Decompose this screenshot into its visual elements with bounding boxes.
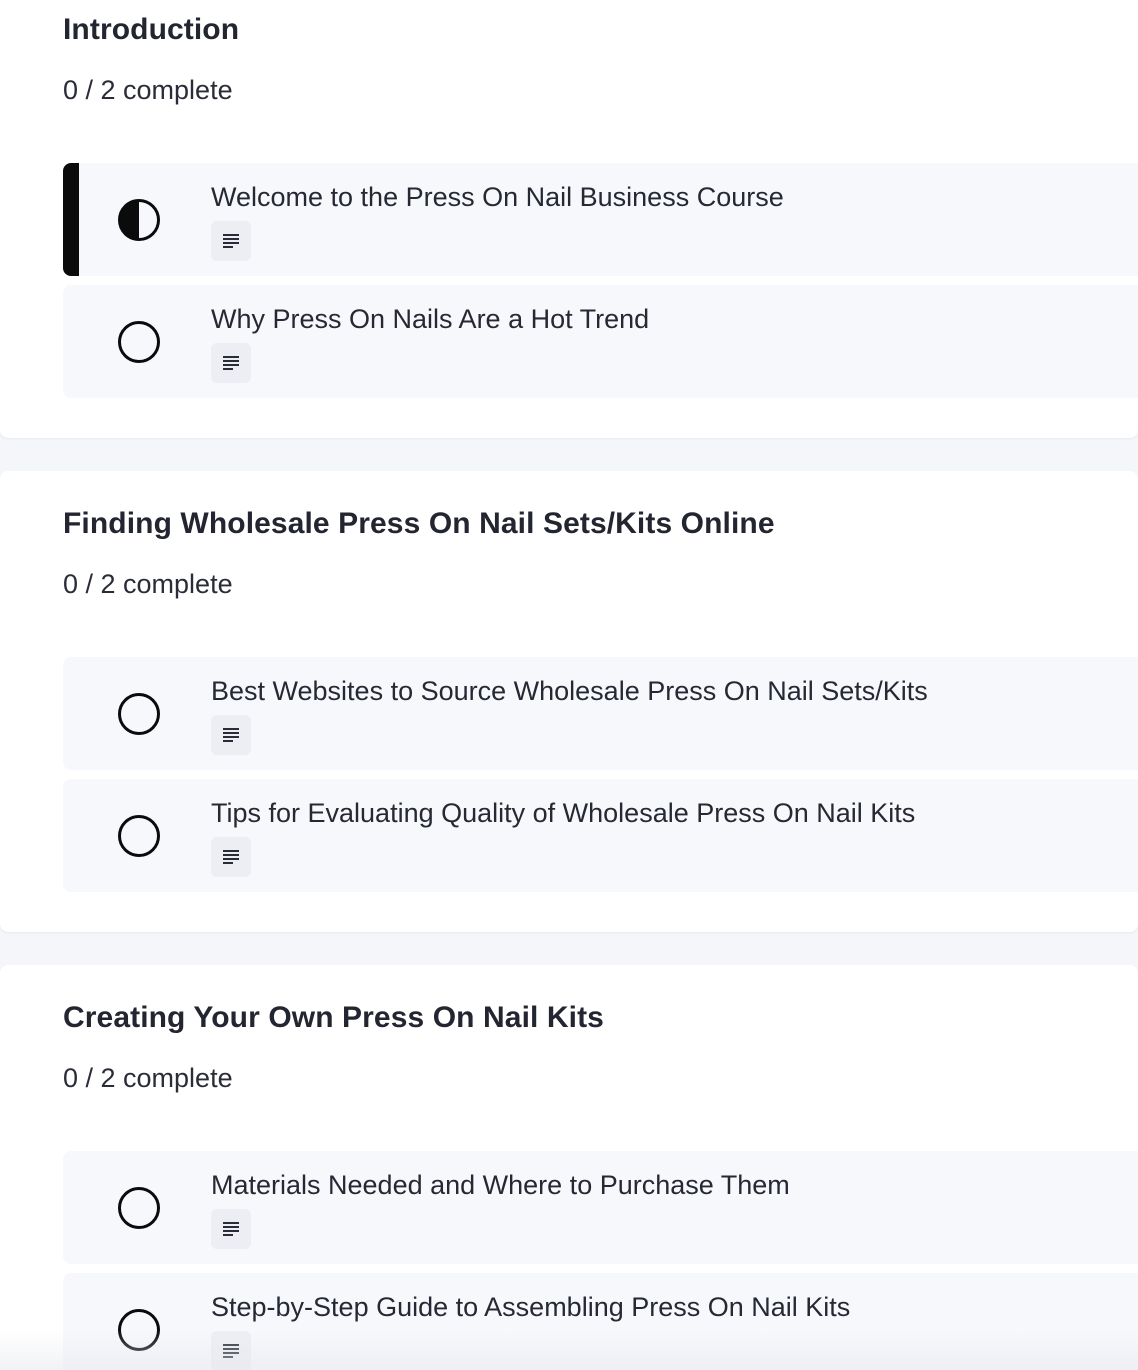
text-document-icon bbox=[211, 221, 251, 261]
section-title: Introduction bbox=[63, 13, 240, 46]
empty-circle-icon bbox=[117, 1308, 161, 1352]
empty-circle-icon bbox=[117, 692, 161, 736]
lesson-title: Welcome to the Press On Nail Business Co… bbox=[211, 182, 784, 212]
empty-circle-icon bbox=[117, 814, 161, 858]
text-document-icon bbox=[211, 343, 251, 383]
lesson-item[interactable]: Materials Needed and Where to Purchase T… bbox=[63, 1151, 1138, 1264]
section-progress: 0 / 2 complete bbox=[63, 75, 233, 105]
lesson-title: Step-by-Step Guide to Assembling Press O… bbox=[211, 1292, 851, 1322]
section-title: Creating Your Own Press On Nail Kits bbox=[63, 1001, 604, 1034]
lesson-item[interactable]: Welcome to the Press On Nail Business Co… bbox=[63, 163, 1138, 276]
text-document-icon bbox=[211, 1331, 251, 1370]
section-title: Finding Wholesale Press On Nail Sets/Kit… bbox=[63, 507, 775, 540]
lesson-item[interactable]: Tips for Evaluating Quality of Wholesale… bbox=[63, 779, 1138, 892]
text-document-icon bbox=[211, 837, 251, 877]
lesson-item[interactable]: Step-by-Step Guide to Assembling Press O… bbox=[63, 1273, 1138, 1370]
lesson-title: Best Websites to Source Wholesale Press … bbox=[211, 676, 928, 706]
text-document-icon bbox=[211, 715, 251, 755]
lesson-title: Why Press On Nails Are a Hot Trend bbox=[211, 304, 650, 334]
empty-circle-icon bbox=[117, 1186, 161, 1230]
section-progress: 0 / 2 complete bbox=[63, 1063, 233, 1093]
section-introduction: Introduction 0 / 2 complete Welcome to t… bbox=[0, 0, 1138, 438]
section-finding-wholesale: Finding Wholesale Press On Nail Sets/Kit… bbox=[0, 471, 1138, 932]
section-creating-kits: Creating Your Own Press On Nail Kits 0 /… bbox=[0, 965, 1138, 1370]
lesson-title: Tips for Evaluating Quality of Wholesale… bbox=[211, 798, 916, 828]
empty-circle-icon bbox=[117, 320, 161, 364]
lesson-item[interactable]: Best Websites to Source Wholesale Press … bbox=[63, 657, 1138, 770]
lesson-title: Materials Needed and Where to Purchase T… bbox=[211, 1170, 790, 1200]
section-progress: 0 / 2 complete bbox=[63, 569, 233, 599]
half-circle-progress-icon bbox=[117, 198, 161, 242]
course-outline: Introduction 0 / 2 complete Welcome to t… bbox=[0, 0, 1138, 1370]
text-document-icon bbox=[211, 1209, 251, 1249]
lesson-item[interactable]: Why Press On Nails Are a Hot Trend bbox=[63, 285, 1138, 398]
